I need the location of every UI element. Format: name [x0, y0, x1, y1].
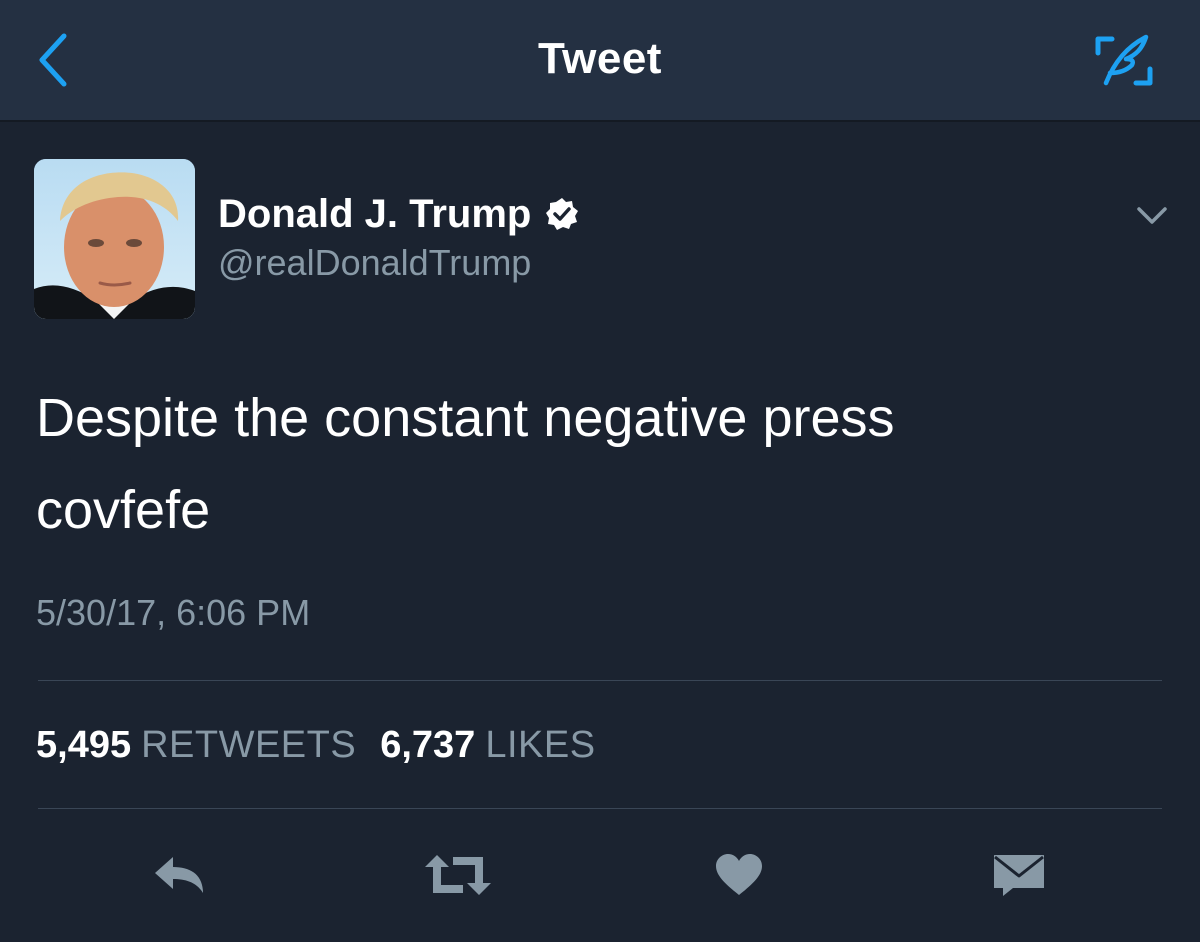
reply-icon [155, 857, 203, 893]
tweet-options-button[interactable] [1128, 196, 1176, 236]
retweets-stat[interactable]: 5,495 RETWEETS [36, 724, 356, 767]
reply-button[interactable] [144, 848, 214, 902]
page-title: Tweet [538, 34, 662, 83]
direct-message-button[interactable] [984, 848, 1054, 902]
like-button[interactable] [704, 848, 774, 902]
likes-count: 6,737 [380, 724, 476, 766]
chevron-down-icon [1137, 207, 1167, 224]
tweet-detail: Donald J. Trump @realDonaldTrump Despite… [0, 122, 1200, 942]
retweets-label: RETWEETS [141, 724, 357, 766]
tweet-stats: 5,495 RETWEETS 6,737 LIKES [36, 724, 596, 767]
compose-tweet-icon [1095, 34, 1153, 86]
retweet-button[interactable] [423, 848, 493, 902]
author-name-row[interactable]: Donald J. Trump [218, 188, 579, 240]
tweet-text-line: covfefe [36, 480, 211, 540]
divider [38, 808, 1162, 809]
compose-tweet-button[interactable] [1088, 28, 1160, 94]
likes-stat[interactable]: 6,737 LIKES [380, 724, 595, 767]
author-name[interactable]: Donald J. Trump [218, 192, 531, 237]
likes-label: LIKES [485, 724, 596, 766]
navigation-bar: Tweet [0, 0, 1200, 122]
tweet-timestamp: 5/30/17, 6:06 PM [36, 592, 311, 633]
like-icon [716, 854, 762, 895]
verified-badge-icon [545, 197, 579, 231]
author-handle[interactable]: @realDonaldTrump [218, 242, 531, 284]
direct-message-icon [994, 855, 1044, 896]
divider [38, 680, 1162, 681]
tweet-text-line: Despite the constant negative press [36, 388, 895, 448]
retweet-icon [425, 855, 491, 895]
tweet-text: Despite the constant negative press covf… [36, 372, 1156, 556]
retweets-count: 5,495 [36, 724, 132, 766]
avatar[interactable] [34, 159, 195, 319]
